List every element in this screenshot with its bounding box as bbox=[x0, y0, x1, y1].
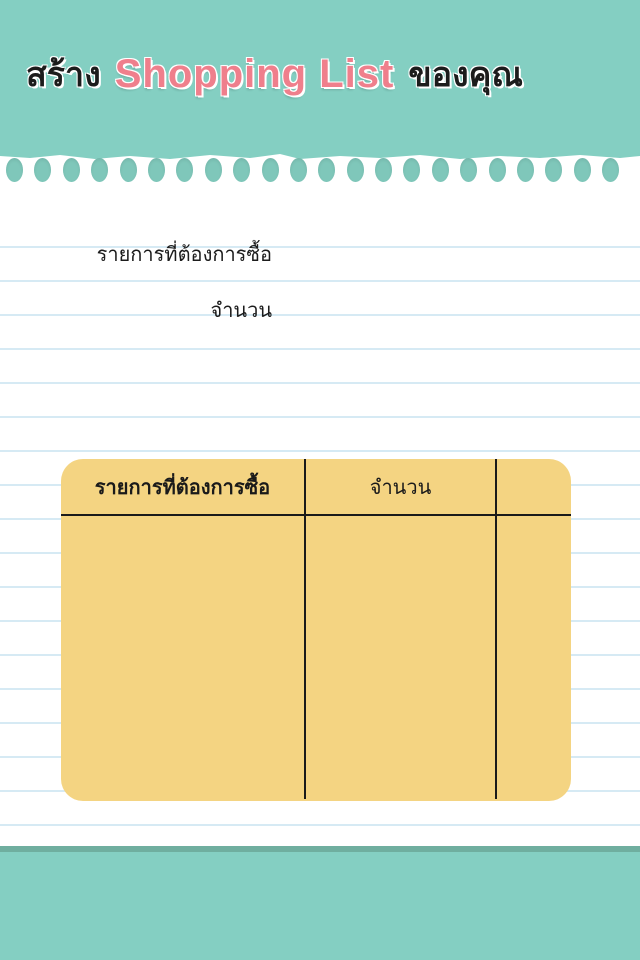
binder-hole bbox=[602, 158, 620, 182]
table-column-divider bbox=[304, 459, 306, 799]
binder-holes bbox=[6, 158, 640, 184]
binder-hole bbox=[204, 158, 222, 182]
binder-hole bbox=[62, 158, 80, 182]
item-name-label: รายการที่ต้องการซื้อ bbox=[96, 242, 272, 266]
title-accent: Shopping List bbox=[114, 51, 395, 96]
binder-hole bbox=[147, 158, 165, 182]
column-header-extra bbox=[497, 459, 571, 514]
table-column-divider bbox=[495, 459, 497, 799]
quantity-label: จำนวน bbox=[210, 298, 272, 322]
binder-hole bbox=[488, 158, 506, 182]
binder-hole bbox=[403, 158, 421, 182]
binder-hole bbox=[233, 158, 251, 182]
binder-hole bbox=[375, 158, 393, 182]
page-title: สร้าง Shopping List ของคุณ bbox=[26, 44, 523, 104]
binder-hole bbox=[119, 158, 137, 182]
binder-hole bbox=[517, 158, 535, 182]
binder-hole bbox=[6, 158, 23, 182]
paper-bottom-edge bbox=[0, 846, 640, 852]
title-suffix: ของคุณ bbox=[408, 55, 523, 95]
binder-hole bbox=[318, 158, 336, 182]
binder-hole bbox=[261, 158, 279, 182]
binder-hole bbox=[545, 158, 563, 182]
title-prefix: สร้าง bbox=[26, 55, 101, 95]
binder-hole bbox=[460, 158, 478, 182]
column-header-item: รายการที่ต้องการซื้อ bbox=[94, 474, 271, 499]
binder-hole bbox=[573, 158, 591, 182]
binder-hole bbox=[289, 158, 307, 182]
binder-hole bbox=[346, 158, 364, 182]
column-header-quantity: จำนวน bbox=[369, 474, 432, 499]
binder-hole bbox=[431, 158, 449, 182]
binder-hole bbox=[91, 158, 109, 182]
shopping-list-table: รายการที่ต้องการซื้อ จำนวน bbox=[61, 459, 571, 801]
header-banner: สร้าง Shopping List ของคุณ bbox=[0, 0, 640, 160]
binder-hole bbox=[176, 158, 194, 182]
binder-hole bbox=[34, 158, 52, 182]
